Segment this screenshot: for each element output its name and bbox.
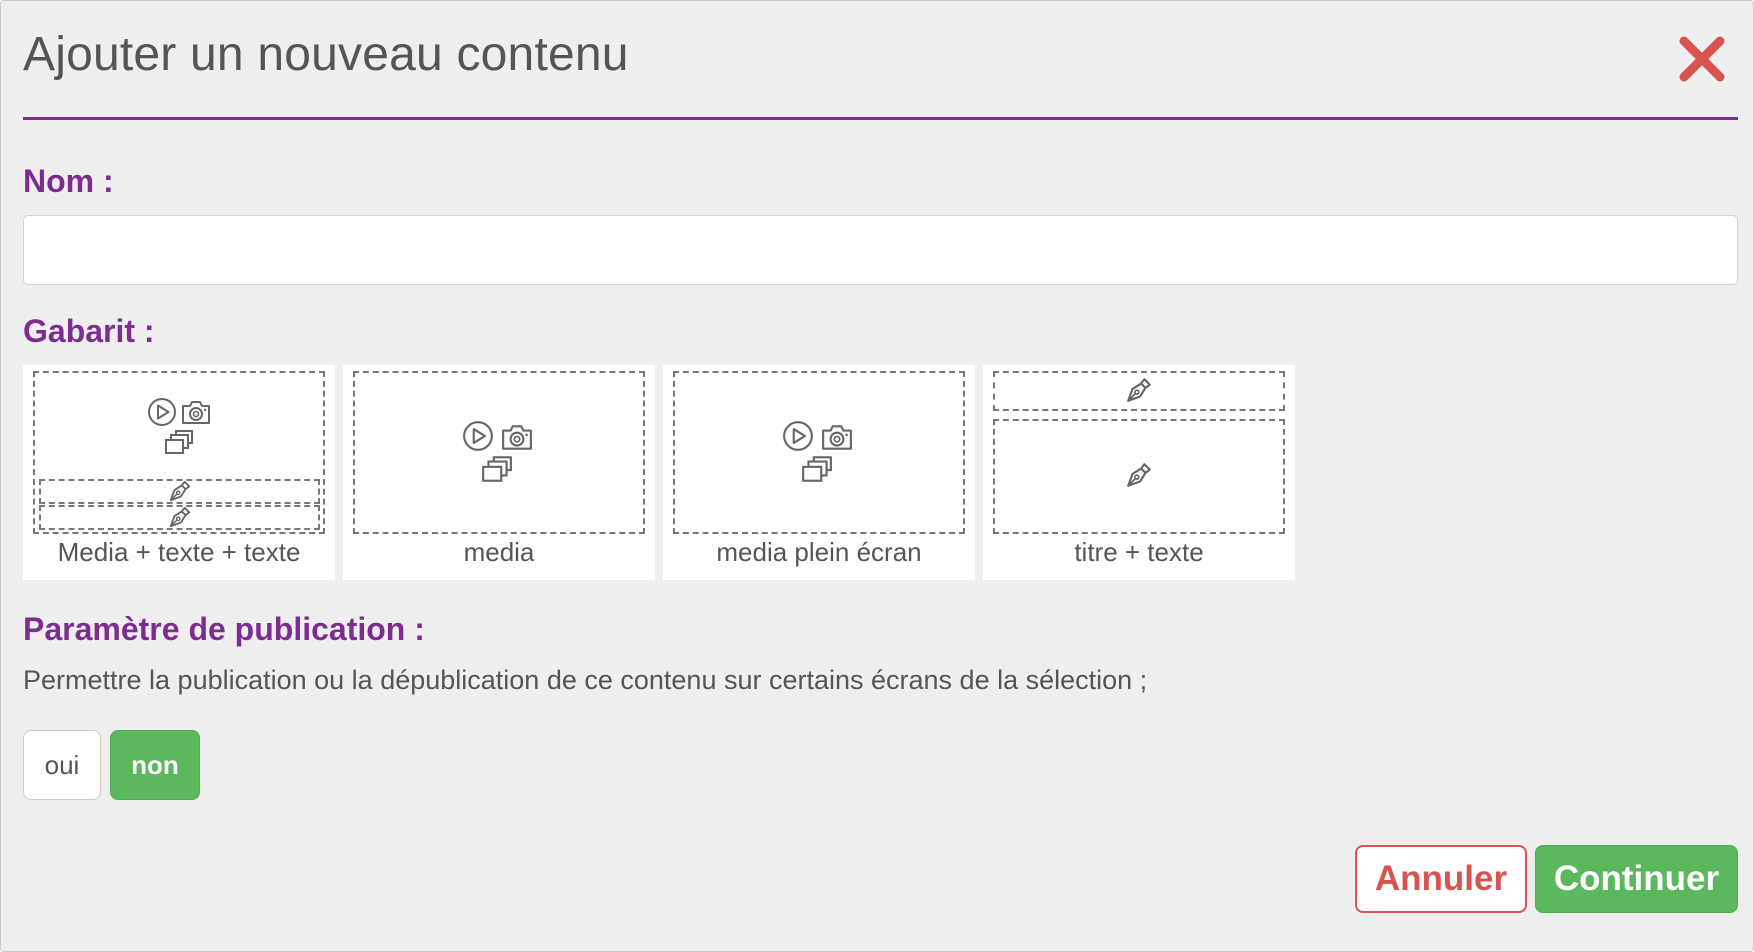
publication-description: Permettre la publication ou la dépublica… <box>23 665 1148 695</box>
template-media[interactable]: media <box>343 365 655 580</box>
gallery-icon <box>164 429 194 455</box>
template-caption: media plein écran <box>716 537 922 567</box>
dialog-title: Ajouter un nouveau contenu <box>23 28 629 81</box>
header-divider <box>23 117 1738 120</box>
close-icon[interactable] <box>1674 31 1730 87</box>
add-content-dialog: Ajouter un nouveau contenu Nom : Gabarit… <box>0 0 1754 952</box>
play-icon <box>782 420 814 452</box>
play-icon <box>147 397 177 427</box>
template-titre-texte[interactable]: titre + texte <box>983 365 1295 580</box>
cancel-button[interactable]: Annuler <box>1355 845 1527 913</box>
template-media-texte-texte[interactable]: Media + texte + texte <box>23 365 335 580</box>
name-label: Nom : <box>23 163 114 199</box>
pen-icon <box>1125 376 1153 404</box>
pen-icon <box>168 479 192 503</box>
publication-non-button[interactable]: non <box>110 730 200 800</box>
template-label: Gabarit : <box>23 313 155 349</box>
continue-button[interactable]: Continuer <box>1535 845 1738 913</box>
camera-icon <box>821 423 853 451</box>
pen-icon <box>168 505 192 529</box>
publication-label: Paramètre de publication : <box>23 611 425 647</box>
name-input[interactable] <box>23 215 1738 285</box>
template-caption: media <box>463 537 535 567</box>
template-frame <box>353 371 645 534</box>
play-icon <box>462 420 494 452</box>
pen-icon <box>1125 461 1153 489</box>
camera-icon <box>181 399 211 425</box>
publication-oui-button[interactable]: oui <box>23 730 101 800</box>
camera-icon <box>501 423 533 451</box>
gallery-icon <box>481 455 513 483</box>
template-caption: Media + texte + texte <box>57 537 301 567</box>
template-frame <box>673 371 965 534</box>
template-caption: titre + texte <box>1074 537 1204 567</box>
template-media-plein-ecran[interactable]: media plein écran <box>663 365 975 580</box>
gallery-icon <box>801 455 833 483</box>
